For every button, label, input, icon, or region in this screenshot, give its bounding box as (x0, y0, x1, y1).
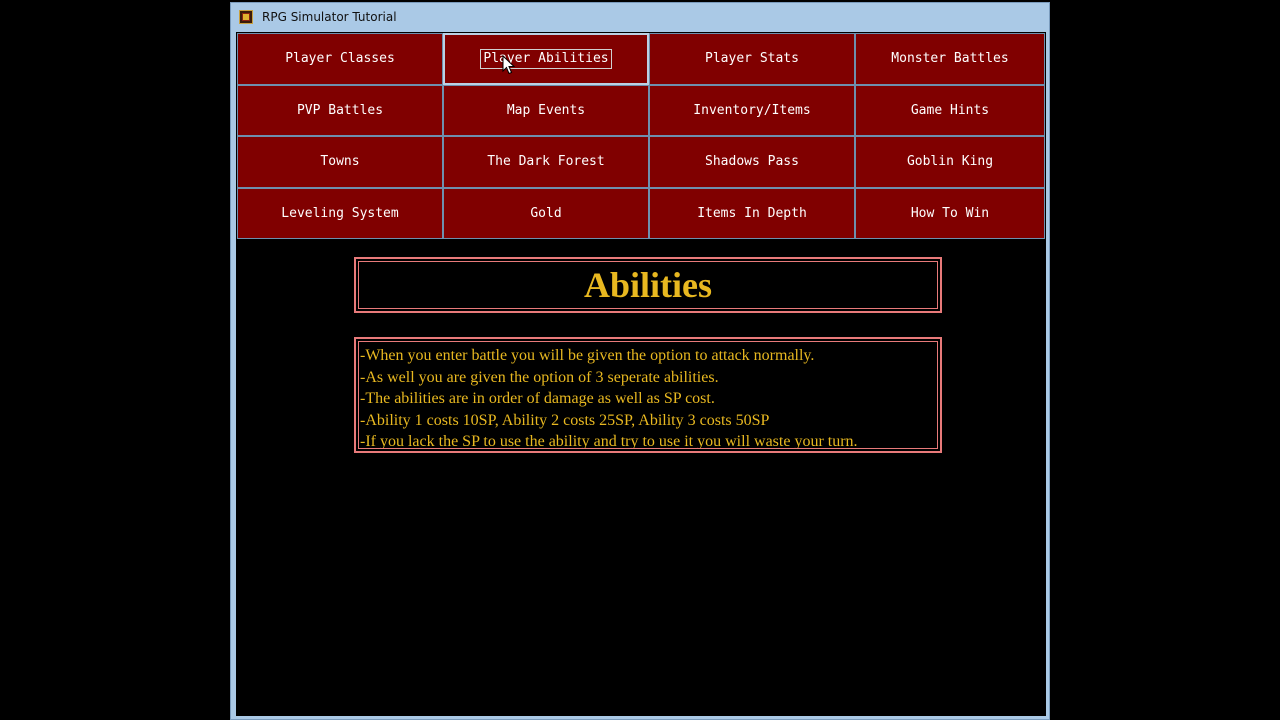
nav-button-gold[interactable]: Gold (443, 187, 649, 239)
nav-button-pvp-battles[interactable]: PVP Battles (237, 84, 443, 136)
nav-button-the-dark-forest[interactable]: The Dark Forest (443, 136, 649, 188)
section-heading-box: Abilities (354, 257, 942, 313)
nav-button-items-in-depth[interactable]: Items In Depth (649, 187, 855, 239)
nav-button-shadows-pass[interactable]: Shadows Pass (649, 136, 855, 188)
section-heading: Abilities (358, 261, 938, 309)
nav-button-game-hints[interactable]: Game Hints (855, 84, 1045, 136)
nav-button-goblin-king[interactable]: Goblin King (855, 136, 1045, 188)
mouse-pointer-icon (502, 55, 516, 75)
section-text: -When you enter battle you will be given… (358, 341, 938, 449)
nav-button-map-events[interactable]: Map Events (443, 84, 649, 136)
tutorial-nav-grid: Player Classes Player Abilities Player S… (237, 33, 1045, 239)
section-text-box: -When you enter battle you will be given… (354, 337, 942, 453)
title-bar[interactable]: RPG Simulator Tutorial (231, 3, 1049, 31)
text-line: -If you lack the SP to use the ability a… (360, 433, 858, 449)
window-title: RPG Simulator Tutorial (262, 10, 397, 24)
nav-button-towns[interactable]: Towns (237, 136, 443, 188)
nav-button-player-stats[interactable]: Player Stats (649, 33, 855, 85)
nav-button-how-to-win[interactable]: How To Win (855, 187, 1045, 239)
nav-button-leveling-system[interactable]: Leveling System (237, 187, 443, 239)
text-line: -As well you are given the option of 3 s… (360, 368, 719, 386)
rpg-app-icon (239, 10, 253, 24)
text-line: -The abilities are in order of damage as… (360, 390, 715, 408)
nav-button-player-classes[interactable]: Player Classes (237, 33, 443, 85)
nav-button-monster-battles[interactable]: Monster Battles (855, 33, 1045, 85)
text-line: -When you enter battle you will be given… (360, 347, 815, 364)
app-window: RPG Simulator Tutorial Player Classes Pl… (230, 2, 1050, 720)
nav-button-player-abilities[interactable]: Player Abilities (443, 33, 649, 85)
client-area: Player Classes Player Abilities Player S… (236, 32, 1046, 716)
nav-button-inventory-items[interactable]: Inventory/Items (649, 84, 855, 136)
text-line: -Ability 1 costs 10SP, Ability 2 costs 2… (360, 411, 770, 429)
